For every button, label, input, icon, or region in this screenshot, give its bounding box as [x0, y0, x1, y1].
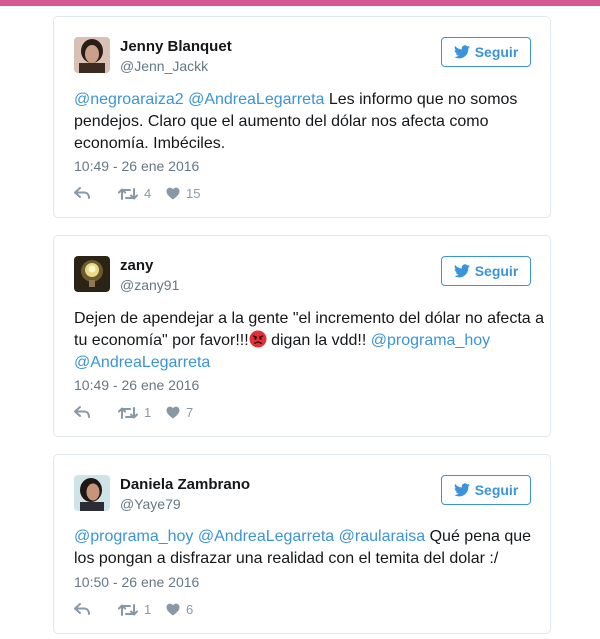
twitter-bird-icon	[453, 264, 470, 278]
reply-icon	[74, 187, 90, 199]
twitter-bird-icon	[453, 45, 470, 59]
mention-link[interactable]: @programa_hoy	[371, 332, 490, 349]
retweet-icon	[118, 603, 138, 616]
tweet-text-body: digan la vdd!!	[266, 332, 371, 349]
tweet-text: @negroaraiza2 @AndreaLegarreta Les infor…	[74, 89, 544, 155]
follow-button[interactable]: Seguir	[441, 475, 531, 505]
reply-button[interactable]	[74, 602, 90, 616]
twitter-bird-icon	[453, 483, 470, 497]
reply-icon	[74, 603, 90, 615]
follow-button[interactable]: Seguir	[441, 37, 531, 67]
angry-face-icon	[249, 330, 267, 348]
user-name[interactable]: zany	[120, 257, 153, 274]
heart-icon	[166, 406, 180, 419]
follow-label: Seguir	[474, 482, 519, 498]
like-button[interactable]: 15	[166, 186, 200, 201]
reply-button[interactable]	[74, 186, 90, 200]
tweet-card: zany @zany91 Seguir Dejen de apendejar a…	[53, 235, 551, 437]
retweet-count: 1	[144, 602, 152, 617]
retweet-count: 1	[144, 405, 152, 420]
retweet-icon	[118, 406, 138, 419]
follow-button[interactable]: Seguir	[441, 256, 531, 286]
mention-link[interactable]: @AndreaLegarreta	[74, 354, 210, 371]
follow-label: Seguir	[474, 44, 519, 60]
mention-link[interactable]: @programa_hoy	[74, 528, 193, 545]
tweet-text: Dejen de apendejar a la gente "el increm…	[74, 308, 544, 374]
tweet-timestamp[interactable]: 10:49 - 26 ene 2016	[74, 377, 199, 393]
user-handle[interactable]: @zany91	[120, 277, 179, 293]
reply-button[interactable]	[74, 405, 90, 419]
tweet-card: Daniela Zambrano @Yaye79 Seguir @program…	[53, 454, 551, 634]
retweet-icon	[118, 187, 138, 200]
mention-link[interactable]: @raularaisa	[339, 528, 426, 545]
retweet-button[interactable]: 1	[118, 405, 151, 420]
tweet-timestamp[interactable]: 10:50 - 26 ene 2016	[74, 574, 199, 590]
retweet-button[interactable]: 4	[118, 186, 151, 201]
like-count: 15	[186, 186, 201, 201]
tweet-card: Jenny Blanquet @Jenn_Jackk Seguir @negro…	[53, 16, 551, 218]
user-name[interactable]: Daniela Zambrano	[120, 476, 250, 493]
avatar[interactable]	[74, 475, 110, 511]
tweet-actions: 1 7	[74, 405, 274, 423]
user-name[interactable]: Jenny Blanquet	[120, 38, 232, 55]
like-button[interactable]: 7	[166, 405, 193, 420]
tweet-text: @programa_hoy @AndreaLegarreta @raularai…	[74, 526, 544, 570]
follow-label: Seguir	[474, 263, 519, 279]
reply-icon	[74, 406, 90, 418]
heart-icon	[166, 187, 180, 200]
like-button[interactable]: 6	[166, 602, 193, 617]
avatar[interactable]	[74, 256, 110, 292]
user-handle[interactable]: @Jenn_Jackk	[120, 58, 208, 74]
tweet-actions: 4 15	[74, 186, 274, 204]
top-accent-bar	[0, 0, 600, 6]
retweet-count: 4	[144, 186, 152, 201]
mention-link[interactable]: @negroaraiza2	[74, 91, 184, 108]
avatar[interactable]	[74, 37, 110, 73]
tweet-actions: 1 6	[74, 602, 274, 620]
user-handle[interactable]: @Yaye79	[120, 496, 181, 512]
retweet-button[interactable]: 1	[118, 602, 151, 617]
mention-link[interactable]: @AndreaLegarreta	[188, 91, 324, 108]
like-count: 6	[186, 602, 194, 617]
like-count: 7	[186, 405, 194, 420]
tweet-timestamp[interactable]: 10:49 - 26 ene 2016	[74, 158, 199, 174]
heart-icon	[166, 603, 180, 616]
mention-link[interactable]: @AndreaLegarreta	[198, 528, 334, 545]
